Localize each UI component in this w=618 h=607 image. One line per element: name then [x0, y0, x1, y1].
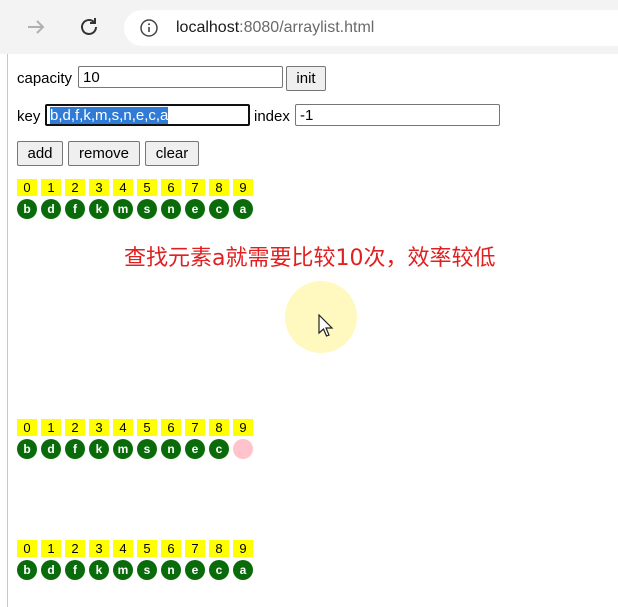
add-button[interactable]: add — [17, 141, 63, 166]
highlighted-element-cell — [233, 439, 253, 459]
element-cell: n — [161, 439, 181, 459]
url-host: localhost — [176, 19, 240, 36]
element-cell: b — [17, 199, 37, 219]
forward-arrow-icon[interactable] — [24, 15, 48, 39]
index-cell: 2 — [65, 419, 85, 436]
element-cell: c — [209, 439, 229, 459]
index-cell: 1 — [41, 419, 61, 436]
index-label: index — [254, 108, 290, 125]
key-label: key — [17, 108, 41, 125]
clear-button[interactable]: clear — [145, 141, 199, 166]
key-input-selected-text: b,d,f,k,m,s,n,e,c,a — [50, 107, 169, 124]
index-cell: 0 — [17, 419, 37, 436]
index-cell: 6 — [161, 419, 181, 436]
index-cell: 3 — [89, 540, 109, 557]
element-cell: b — [17, 560, 37, 580]
element-cell: f — [65, 439, 85, 459]
address-bar[interactable]: localhost:8080/arraylist.html — [124, 10, 618, 46]
index-cell: 8 — [209, 540, 229, 557]
init-button[interactable]: init — [286, 66, 326, 91]
capacity-label: capacity — [17, 70, 73, 87]
index-cell: 5 — [137, 540, 157, 557]
element-cell: a — [233, 199, 253, 219]
key-input[interactable]: b,d,f,k,m,s,n,e,c,a — [45, 104, 250, 126]
index-cell: 6 — [161, 540, 181, 557]
element-cell: a — [233, 560, 253, 580]
element-cell: e — [185, 199, 205, 219]
element-cell: s — [137, 199, 157, 219]
index-cell: 0 — [17, 540, 37, 557]
index-cell: 2 — [65, 179, 85, 196]
element-cell: e — [185, 439, 205, 459]
index-cell: 8 — [209, 419, 229, 436]
element-cell: d — [41, 560, 61, 580]
info-icon[interactable] — [139, 18, 159, 43]
element-cell: e — [185, 560, 205, 580]
index-cell: 3 — [89, 419, 109, 436]
element-cell: k — [89, 439, 109, 459]
index-cell: 4 — [113, 540, 133, 557]
element-cell: d — [41, 439, 61, 459]
annotation-caption: 查找元素a就需要比较10次，效率较低 — [124, 246, 496, 271]
array-view-1: 0123456789 bdfkmsneca — [17, 179, 253, 219]
element-cell: f — [65, 560, 85, 580]
index-input[interactable]: -1 — [295, 104, 500, 126]
url-text[interactable]: localhost:8080/arraylist.html — [176, 19, 374, 37]
element-cell: b — [17, 439, 37, 459]
index-cell: 3 — [89, 179, 109, 196]
array-view-3: 0123456789 bdfkmsneca — [17, 540, 253, 580]
element-cell: c — [209, 199, 229, 219]
element-cell: m — [113, 199, 133, 219]
mouse-pointer-icon — [318, 313, 334, 343]
index-cell: 7 — [185, 419, 205, 436]
index-cell: 5 — [137, 419, 157, 436]
element-cell: k — [89, 199, 109, 219]
index-cell: 6 — [161, 179, 181, 196]
reload-icon[interactable] — [77, 15, 101, 39]
index-cell: 8 — [209, 179, 229, 196]
index-cell: 5 — [137, 179, 157, 196]
index-cell: 4 — [113, 419, 133, 436]
element-cell: d — [41, 199, 61, 219]
url-path: :8080/arraylist.html — [239, 19, 375, 36]
element-cell: k — [89, 560, 109, 580]
index-cell: 1 — [41, 540, 61, 557]
index-cell: 9 — [233, 419, 253, 436]
index-cell: 7 — [185, 540, 205, 557]
browser-toolbar: localhost:8080/arraylist.html — [0, 0, 618, 54]
element-cell: c — [209, 560, 229, 580]
array-view-2: 0123456789 bdfkmsnec — [17, 419, 253, 459]
remove-button[interactable]: remove — [68, 141, 140, 166]
index-cell: 1 — [41, 179, 61, 196]
element-cell: f — [65, 199, 85, 219]
index-cell: 4 — [113, 179, 133, 196]
element-cell: n — [161, 560, 181, 580]
capacity-input[interactable]: 10 — [78, 66, 283, 88]
element-cell: s — [137, 560, 157, 580]
element-cell: n — [161, 199, 181, 219]
index-cell: 7 — [185, 179, 205, 196]
index-cell: 0 — [17, 179, 37, 196]
element-cell: s — [137, 439, 157, 459]
index-cell: 2 — [65, 540, 85, 557]
element-cell: m — [113, 439, 133, 459]
element-cell: m — [113, 560, 133, 580]
index-cell: 9 — [233, 540, 253, 557]
index-cell: 9 — [233, 179, 253, 196]
